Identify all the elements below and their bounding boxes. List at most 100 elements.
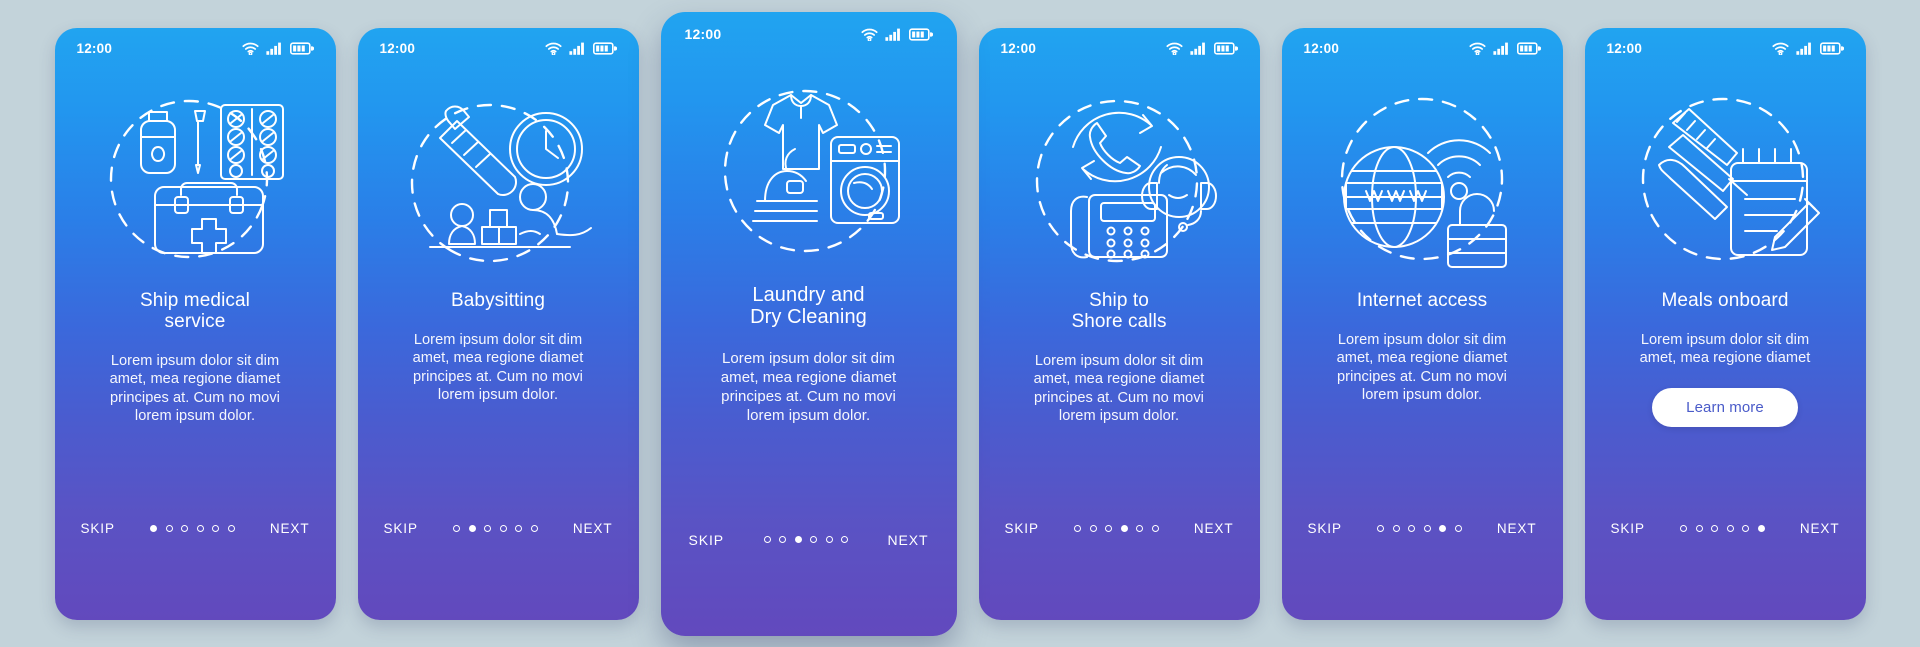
cellular-signal-icon	[1189, 42, 1207, 55]
status-bar-time: 12:00	[76, 41, 113, 56]
screen-title: Ship medical service	[75, 290, 316, 332]
pagination-dot[interactable]	[1423, 524, 1431, 532]
signal-glyph	[1492, 42, 1508, 55]
pagination-dot-active[interactable]	[468, 524, 476, 532]
screen-description-line: amet, mea regione diamet	[720, 368, 897, 386]
screen-title: Ship to Shore calls	[999, 290, 1240, 332]
pagination-dots	[1377, 524, 1462, 532]
screen-title-line: service	[164, 310, 226, 332]
onboarding-card-4: 12:00 Ship to Shore calls Lorem ipsum do…	[978, 27, 1260, 620]
pagination-dot[interactable]	[1136, 524, 1144, 532]
pagination-dot[interactable]	[1089, 524, 1097, 532]
pagination-dot[interactable]	[499, 524, 507, 532]
battery-glyph	[1819, 42, 1844, 55]
pagination-dot[interactable]	[530, 524, 538, 532]
status-bar-time: 12:00	[379, 41, 416, 56]
pagination-dot[interactable]	[1105, 524, 1113, 532]
battery-glyph	[289, 42, 314, 55]
wifi-glyph	[1771, 42, 1789, 55]
screen-title-line: Shore calls	[1071, 310, 1167, 332]
pagination-dot[interactable]	[165, 524, 173, 532]
meals-onboard-icon	[1585, 80, 1866, 280]
pagination-dot[interactable]	[1392, 524, 1400, 532]
battery-glyph	[1213, 42, 1238, 55]
status-bar-icons	[241, 42, 314, 55]
next-button[interactable]: NEXT	[270, 521, 310, 536]
pagination-dot[interactable]	[1726, 524, 1734, 532]
pagination-dot[interactable]	[1377, 524, 1385, 532]
pagination-dot[interactable]	[1742, 524, 1750, 532]
screen-description-line: principes at. Cum no movi	[1034, 389, 1204, 406]
screen-description-line: Lorem ipsum dolor sit dim	[1640, 331, 1810, 348]
screen-title-line: Ship medical	[140, 289, 250, 311]
status-bar: 12:00	[979, 28, 1260, 70]
pagination-dot[interactable]	[1074, 524, 1082, 532]
status-bar-icons	[1165, 42, 1238, 55]
pagination-dot-active[interactable]	[150, 524, 158, 532]
skip-button[interactable]: SKIP	[384, 521, 418, 536]
skip-button[interactable]: SKIP	[689, 532, 725, 548]
next-button[interactable]: NEXT	[1497, 521, 1537, 536]
wifi-icon	[1165, 42, 1183, 55]
pagination-dot[interactable]	[1454, 524, 1462, 532]
pagination-dot[interactable]	[196, 524, 204, 532]
screen-description-line: Lorem ipsum dolor sit dim	[413, 331, 583, 348]
status-bar: 12:00	[1585, 28, 1866, 70]
pagination-dot[interactable]	[810, 536, 818, 543]
screen-description-line: Lorem ipsum dolor sit dim	[1034, 352, 1204, 369]
screen-title-line: Laundry and	[752, 283, 865, 306]
wifi-glyph	[1468, 42, 1486, 55]
pagination-dot[interactable]	[453, 524, 461, 532]
pagination-dot[interactable]	[1695, 524, 1703, 532]
pagination-dot[interactable]	[227, 524, 235, 532]
pagination-dot[interactable]	[515, 524, 523, 532]
next-button[interactable]: NEXT	[573, 521, 613, 536]
onboarding-screens-stage: 12:00 Ship medical service Lorem ipsum d…	[0, 0, 1920, 647]
pagination-dot[interactable]	[1151, 524, 1159, 532]
next-button[interactable]: NEXT	[1194, 521, 1234, 536]
pagination-dot-active[interactable]	[1757, 524, 1765, 532]
status-bar: 12:00	[55, 28, 336, 70]
next-button[interactable]: NEXT	[1800, 521, 1840, 536]
pagination-dot[interactable]	[1408, 524, 1416, 532]
skip-button[interactable]: SKIP	[1611, 521, 1645, 536]
pagination-dot[interactable]	[763, 536, 771, 543]
status-bar: 12:00	[1282, 28, 1563, 70]
wifi-glyph	[1165, 42, 1183, 55]
wifi-glyph	[544, 42, 562, 55]
pagination-dot[interactable]	[1680, 524, 1688, 532]
status-bar-time: 12:00	[1303, 41, 1340, 56]
pagination-dot-active[interactable]	[1439, 524, 1447, 532]
onboarding-nav: SKIP NEXT	[358, 521, 639, 536]
pagination-dot[interactable]	[181, 524, 189, 532]
pagination-dot[interactable]	[825, 536, 833, 543]
pagination-dot-active[interactable]	[1120, 524, 1128, 532]
skip-button[interactable]: SKIP	[1308, 521, 1342, 536]
screen-description-line: lorem ipsum dolor.	[746, 406, 871, 424]
card-row: 12:00 Ship medical service Lorem ipsum d…	[0, 0, 1920, 647]
onboarding-nav: SKIP NEXT	[661, 532, 957, 548]
text-block: Ship to Shore calls Lorem ipsum dolor sit …	[979, 290, 1260, 426]
battery-icon	[1819, 42, 1844, 55]
pagination-dot[interactable]	[212, 524, 220, 532]
pagination-dot[interactable]	[484, 524, 492, 532]
pagination-dot-active[interactable]	[794, 536, 802, 543]
screen-description: Lorem ipsum dolor sit dim amet, mea regio…	[1605, 331, 1846, 368]
pagination-dot[interactable]	[1711, 524, 1719, 532]
pagination-dot[interactable]	[779, 536, 787, 543]
learn-more-button[interactable]: Learn more	[1652, 387, 1798, 427]
next-button[interactable]: NEXT	[888, 532, 929, 548]
screen-description-line: lorem ipsum dolor.	[1058, 408, 1180, 424]
status-bar-time: 12:00	[684, 26, 722, 42]
onboarding-nav: SKIP NEXT	[1282, 521, 1563, 536]
skip-button[interactable]: SKIP	[1005, 521, 1039, 536]
screen-description-line: principes at. Cum no movi	[413, 368, 583, 385]
pagination-dot[interactable]	[841, 536, 849, 543]
status-bar: 12:00	[661, 12, 957, 57]
skip-button[interactable]: SKIP	[81, 521, 115, 536]
cellular-signal-icon	[265, 42, 283, 55]
onboarding-nav: SKIP NEXT	[1585, 521, 1866, 536]
screen-title: Meals onboard	[1605, 290, 1846, 311]
wifi-icon	[241, 42, 259, 55]
screen-description-line: lorem ipsum dolor.	[437, 387, 559, 403]
